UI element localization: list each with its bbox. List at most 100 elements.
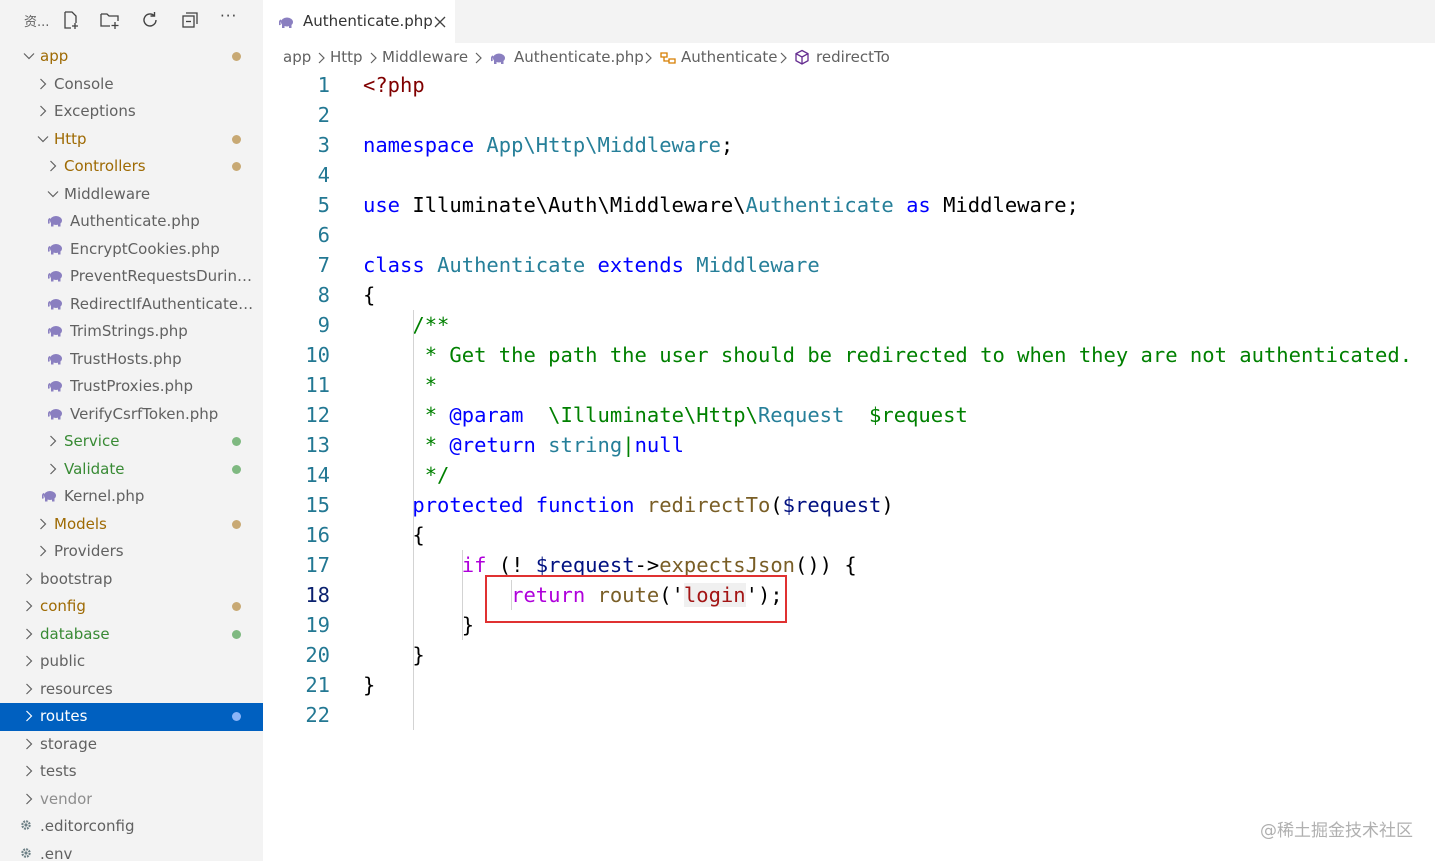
breadcrumb-middleware[interactable]: Middleware <box>382 48 468 66</box>
tree-item[interactable]: resources <box>0 676 263 704</box>
code-token: $request <box>535 553 635 577</box>
tree-item[interactable]: .env <box>0 841 263 861</box>
code-token: Authenticate <box>437 253 586 277</box>
tree-item[interactable]: Providers <box>0 538 263 566</box>
explorer-sidebar: 资... ··· app Console Exceptions Http Control… <box>0 0 263 861</box>
chevron-right-icon[interactable] <box>46 434 60 448</box>
close-icon[interactable] <box>433 14 447 28</box>
tree-item[interactable]: Console <box>0 71 263 99</box>
breadcrumb-http[interactable]: Http <box>330 48 363 66</box>
chevron-down-icon[interactable] <box>46 187 60 201</box>
tree-item-label: Controllers <box>64 157 146 175</box>
line-number: 20 <box>305 643 330 667</box>
code-text: /** <box>363 310 449 340</box>
class-symbol-icon <box>660 52 676 64</box>
tree-item[interactable]: Middleware <box>0 181 263 209</box>
tree-item[interactable]: routes <box>0 703 263 731</box>
chevron-down-icon[interactable] <box>22 49 36 63</box>
tree-item[interactable]: TrustHosts.php <box>0 346 263 374</box>
tree-item[interactable]: app <box>0 43 263 71</box>
tree-item-label: Exceptions <box>54 102 136 120</box>
line-number: 22 <box>305 703 330 727</box>
method-cube-icon <box>795 49 809 65</box>
tree-item[interactable]: bootstrap <box>0 566 263 594</box>
chevron-down-icon[interactable] <box>36 132 50 146</box>
breadcrumb-class[interactable]: Authenticate <box>681 48 778 66</box>
breadcrumb-app[interactable]: app <box>283 48 311 66</box>
new-folder-icon[interactable] <box>99 9 121 31</box>
tree-item[interactable]: tests <box>0 758 263 786</box>
new-file-icon[interactable] <box>60 9 82 31</box>
code-token: Authenticate <box>745 193 894 217</box>
line-number: 8 <box>317 283 330 307</box>
code-line: 1 <?php <box>263 70 1435 100</box>
chevron-right-icon[interactable] <box>36 104 50 118</box>
chevron-right-icon[interactable] <box>22 599 36 613</box>
code-token: ; <box>720 133 734 157</box>
chevron-right-icon[interactable] <box>22 764 36 778</box>
tree-item[interactable]: vendor <box>0 786 263 814</box>
chevron-right-icon <box>475 52 482 64</box>
tree-item[interactable]: Validate <box>0 456 263 484</box>
chevron-right-icon[interactable] <box>36 544 50 558</box>
chevron-right-icon[interactable] <box>22 737 36 751</box>
tree-item[interactable]: RedirectIfAuthenticated.... <box>0 291 263 319</box>
tree-item[interactable]: PreventRequestsDuring... <box>0 263 263 291</box>
more-icon[interactable]: ··· <box>220 7 242 29</box>
code-token: <?php <box>363 73 425 97</box>
tree-item[interactable]: Exceptions <box>0 98 263 126</box>
chevron-right-icon[interactable] <box>36 517 50 531</box>
tree-item[interactable]: .editorconfig <box>0 813 263 841</box>
git-status-dot <box>232 629 241 639</box>
tree-item[interactable]: Service <box>0 428 263 456</box>
line-number: 15 <box>305 493 330 517</box>
tree-item[interactable]: VerifyCsrfToken.php <box>0 401 263 429</box>
chevron-right-icon[interactable] <box>22 654 36 668</box>
tree-item[interactable]: Kernel.php <box>0 483 263 511</box>
tab-authenticate-php[interactable]: Authenticate.php <box>263 0 455 43</box>
code-token: { <box>363 283 376 307</box>
chevron-right-icon[interactable] <box>22 682 36 696</box>
code-token: { <box>363 523 425 547</box>
tree-item[interactable]: TrimStrings.php <box>0 318 263 346</box>
code-token: \Illuminate\Http\ <box>523 403 758 427</box>
chevron-right-icon <box>318 52 325 64</box>
chevron-right-icon[interactable] <box>22 709 36 723</box>
tree-item[interactable]: TrustProxies.php <box>0 373 263 401</box>
tree-item[interactable]: Controllers <box>0 153 263 181</box>
chevron-right-icon[interactable] <box>22 792 36 806</box>
php-elephant-icon <box>42 491 56 502</box>
chevron-right-icon[interactable] <box>22 627 36 641</box>
chevron-right-icon[interactable] <box>46 462 60 476</box>
breadcrumb-method[interactable]: redirectTo <box>816 48 890 66</box>
code-token: * Get the path the user should be redire… <box>363 343 1413 367</box>
tree-item[interactable]: config <box>0 593 263 621</box>
git-status-dot <box>232 519 241 529</box>
chevron-right-icon[interactable] <box>22 572 36 586</box>
indent-guide <box>462 550 463 640</box>
tree-item[interactable]: public <box>0 648 263 676</box>
tree-item[interactable]: Models <box>0 511 263 539</box>
php-elephant-icon <box>48 243 62 254</box>
tree-item[interactable]: Http <box>0 126 263 154</box>
code-text: * <box>363 370 437 400</box>
code-editor[interactable]: 1 <?php 2 3 namespace App\Http\Middleware; 4 5… <box>263 70 1435 730</box>
refresh-icon[interactable] <box>139 9 161 31</box>
chevron-right-icon[interactable] <box>36 77 50 91</box>
code-token: as <box>893 193 944 217</box>
code-line: 17 if (! $request->expectsJson()) { <box>263 550 1435 580</box>
tree-item[interactable]: storage <box>0 731 263 759</box>
chevron-right-icon[interactable] <box>46 159 60 173</box>
code-token: @return <box>449 433 536 457</box>
code-line: 20 } <box>263 640 1435 670</box>
php-elephant-icon <box>48 381 62 392</box>
breadcrumb-file[interactable]: Authenticate.php <box>514 48 644 66</box>
code-token: if <box>363 553 487 577</box>
tree-item-label: public <box>40 652 86 670</box>
line-number: 3 <box>317 133 330 157</box>
tree-item[interactable]: EncryptCookies.php <box>0 236 263 264</box>
tree-item[interactable]: database <box>0 621 263 649</box>
tab-label: Authenticate.php <box>303 12 433 30</box>
tree-item[interactable]: Authenticate.php <box>0 208 263 236</box>
collapse-all-icon[interactable] <box>179 9 201 31</box>
